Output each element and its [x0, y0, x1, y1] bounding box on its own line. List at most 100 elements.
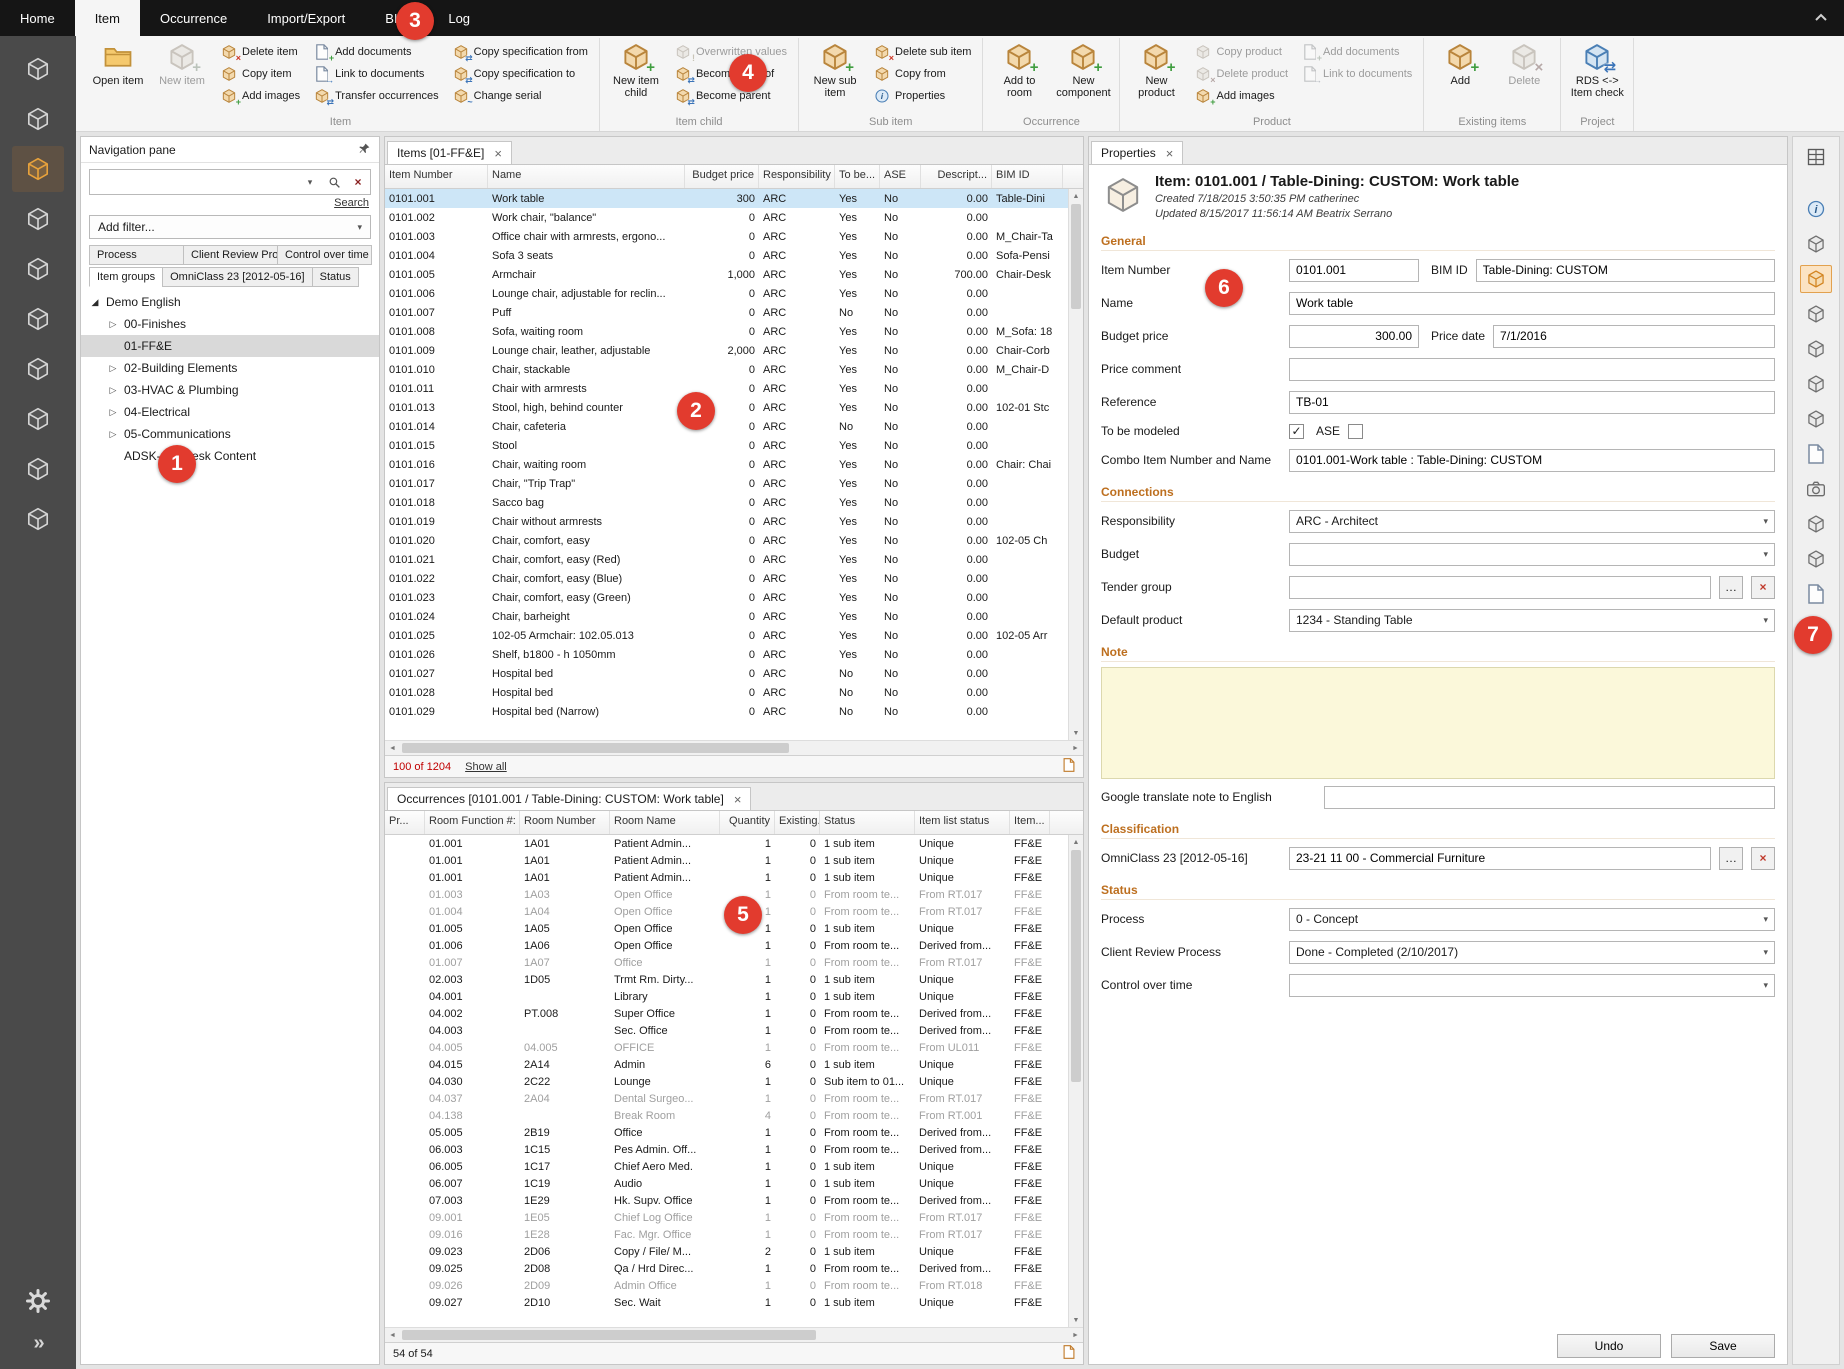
- ribbon-new-item-button[interactable]: +New item: [152, 38, 212, 115]
- horizontal-scrollbar[interactable]: ◄►: [385, 740, 1083, 755]
- right-strip-derived-items[interactable]: [1800, 545, 1832, 573]
- table-row[interactable]: 02.0031D05Trmt Rm. Dirty...101 sub itemU…: [385, 971, 1083, 988]
- table-row[interactable]: 0101.005Armchair1,000ARCYesNo700.00Chair…: [385, 265, 1083, 284]
- column-header-room-number[interactable]: Room Number: [520, 811, 610, 834]
- ribbon-change-serial-button[interactable]: ~Change serial: [448, 85, 593, 107]
- save-button[interactable]: Save: [1671, 1334, 1775, 1358]
- tree-item-00-finishes[interactable]: ▷00-Finishes: [81, 313, 379, 335]
- tab-properties[interactable]: Properties ×: [1091, 141, 1183, 164]
- table-row[interactable]: 07.0031E29Hk. Supv. Office10From room te…: [385, 1192, 1083, 1209]
- table-row[interactable]: 04.0302C22Lounge10Sub item to 01...Uniqu…: [385, 1073, 1083, 1090]
- tree-item-05-communications[interactable]: ▷05-Communications: [81, 423, 379, 445]
- export-report-icon[interactable]: [1063, 1345, 1075, 1362]
- table-row[interactable]: 01.0011A01Patient Admin...101 sub itemUn…: [385, 835, 1083, 852]
- right-strip-item-card[interactable]: [1800, 265, 1832, 293]
- ribbon-open-item-button[interactable]: Open item: [88, 38, 148, 115]
- tree-item-01-ff-e[interactable]: 01-FF&E: [81, 335, 379, 357]
- table-row[interactable]: 0101.025102-05 Armchair: 102.05.0130ARCY…: [385, 626, 1083, 645]
- table-row[interactable]: 0101.004Sofa 3 seats0ARCYesNo0.00Sofa-Pe…: [385, 246, 1083, 265]
- column-header-to-be[interactable]: To be...: [835, 165, 880, 188]
- ribbon-add-images-button[interactable]: +Add images: [216, 85, 305, 107]
- table-row[interactable]: 0101.001Work table300ARCYesNo0.00Table-D…: [385, 189, 1083, 208]
- default-product-select[interactable]: 1234 - Standing Table ▾: [1289, 609, 1775, 632]
- list-tab-omniclass-23-2012-05-16[interactable]: OmniClass 23 [2012-05-16]: [162, 267, 313, 287]
- column-header-existing[interactable]: Existing...: [775, 811, 820, 834]
- table-row[interactable]: 0101.029Hospital bed (Narrow)0ARCNoNo0.0…: [385, 702, 1083, 721]
- table-row[interactable]: 01.0061A06Open Office10From room te...De…: [385, 937, 1083, 954]
- table-row[interactable]: 0101.010Chair, stackable0ARCYesNo0.00M_C…: [385, 360, 1083, 379]
- column-header-quantity[interactable]: Quantity: [720, 811, 775, 834]
- table-row[interactable]: 04.00504.005OFFICE10From room te...From …: [385, 1039, 1083, 1056]
- tab-items[interactable]: Items [01-FF&E] ×: [387, 141, 512, 164]
- table-row[interactable]: 0101.017Chair, "Trip Trap"0ARCYesNo0.00: [385, 474, 1083, 493]
- tree-arrow-icon[interactable]: ▷: [107, 385, 119, 396]
- table-row[interactable]: 04.001Library101 sub itemUniqueFF&E: [385, 988, 1083, 1005]
- process-select[interactable]: 0 - Concept ▾: [1289, 908, 1775, 931]
- right-strip-info[interactable]: i: [1800, 195, 1832, 223]
- google-translate-input[interactable]: [1324, 786, 1775, 809]
- table-row[interactable]: 0101.027Hospital bed0ARCNoNo0.00: [385, 664, 1083, 683]
- tree-item-demo-english[interactable]: ◢Demo English: [81, 291, 379, 313]
- sidebar-item-reports[interactable]: [12, 446, 64, 492]
- export-report-icon[interactable]: [1063, 758, 1075, 775]
- ribbon-add-documents-button[interactable]: +Add documents: [309, 41, 444, 63]
- column-header-room-name[interactable]: Room Name: [610, 811, 720, 834]
- close-icon[interactable]: ×: [494, 147, 502, 160]
- table-row[interactable]: 06.0071C19Audio101 sub itemUniqueFF&E: [385, 1175, 1083, 1192]
- filter-tab-process[interactable]: Process: [89, 245, 184, 265]
- column-header-room-function[interactable]: Room Function #:: [425, 811, 520, 834]
- sidebar-item-documents[interactable]: [12, 396, 64, 442]
- table-row[interactable]: 04.0152A14Admin601 sub itemUniqueFF&E: [385, 1056, 1083, 1073]
- table-row[interactable]: 0101.009Lounge chair, leather, adjustabl…: [385, 341, 1083, 360]
- ribbon-new-item-child-button[interactable]: +New item child: [606, 38, 666, 115]
- close-icon[interactable]: ×: [734, 793, 742, 806]
- table-row[interactable]: 04.0372A04Dental Surgeo...10From room te…: [385, 1090, 1083, 1107]
- list-tab-item-groups[interactable]: Item groups: [89, 267, 163, 287]
- list-tab-status[interactable]: Status: [312, 267, 359, 287]
- ribbon-add-button[interactable]: +Add: [1430, 38, 1490, 115]
- table-row[interactable]: 0101.026Shelf, b1800 - h 1050mm0ARCYesNo…: [385, 645, 1083, 664]
- bim-id-input[interactable]: [1476, 259, 1775, 282]
- sidebar-item-products[interactable]: [12, 196, 64, 242]
- right-strip-camera[interactable]: [1800, 475, 1832, 503]
- table-row[interactable]: 0101.008Sofa, waiting room0ARCYesNo0.00M…: [385, 322, 1083, 341]
- column-header-item-number[interactable]: Item Number: [385, 165, 488, 188]
- ribbon-copy-specification-from-button[interactable]: ⇄Copy specification from: [448, 41, 593, 63]
- sidebar-item-buildings[interactable]: [12, 296, 64, 342]
- note-input[interactable]: [1101, 667, 1775, 779]
- filter-tab-client-review-process[interactable]: Client Review Process: [183, 245, 278, 265]
- right-strip-item-data[interactable]: [1800, 230, 1832, 258]
- tree-arrow-icon[interactable]: ▷: [107, 407, 119, 418]
- browse-button[interactable]: …: [1719, 576, 1743, 599]
- table-row[interactable]: 01.0071A07Office10From room te...From RT…: [385, 954, 1083, 971]
- table-row[interactable]: 0101.018Sacco bag0ARCYesNo0.00: [385, 493, 1083, 512]
- column-header-responsibility[interactable]: Responsibility: [759, 165, 835, 188]
- table-row[interactable]: 0101.023Chair, comfort, easy (Green)0ARC…: [385, 588, 1083, 607]
- browse-button[interactable]: …: [1719, 847, 1743, 870]
- show-all-link[interactable]: Show all: [465, 761, 507, 773]
- settings-gear-icon[interactable]: [26, 1289, 50, 1316]
- control-over-time-select[interactable]: ▾: [1289, 974, 1775, 997]
- right-strip-attachments[interactable]: [1800, 440, 1832, 468]
- ribbon-copy-item-button[interactable]: Copy item: [216, 63, 305, 85]
- vertical-scrollbar[interactable]: ▲▼: [1068, 189, 1083, 740]
- clear-button[interactable]: ×: [1751, 576, 1775, 599]
- tree-item-adsk-autodesk-content[interactable]: ADSK-Autodesk Content: [81, 445, 379, 467]
- right-strip-alternatives[interactable]: [1800, 300, 1832, 328]
- ribbon-new-component-button[interactable]: +New component: [1053, 38, 1113, 115]
- ribbon-copy-product-button[interactable]: Copy product: [1190, 41, 1293, 63]
- tree-item-03-hvac-plumbing[interactable]: ▷03-HVAC & Plumbing: [81, 379, 379, 401]
- table-row[interactable]: 06.0031C15Pes Admin. Off...10From room t…: [385, 1141, 1083, 1158]
- item-number-input[interactable]: [1289, 259, 1419, 282]
- table-row[interactable]: 0101.016Chair, waiting room0ARCYesNo0.00…: [385, 455, 1083, 474]
- ase-checkbox[interactable]: [1348, 424, 1363, 439]
- column-header-descript[interactable]: Descript...: [921, 165, 992, 188]
- close-icon[interactable]: ×: [1166, 147, 1174, 160]
- tree-arrow-icon[interactable]: ▷: [107, 429, 119, 440]
- ribbon-add-images-button[interactable]: +Add images: [1190, 85, 1293, 107]
- tree-arrow-icon[interactable]: ▷: [107, 363, 119, 374]
- column-header-ase[interactable]: ASE: [880, 165, 921, 188]
- table-row[interactable]: 09.0262D09Admin Office10From room te...F…: [385, 1277, 1083, 1294]
- table-row[interactable]: 0101.020Chair, comfort, easy0ARCYesNo0.0…: [385, 531, 1083, 550]
- table-row[interactable]: 09.0272D10Sec. Wait101 sub itemUniqueFF&…: [385, 1294, 1083, 1311]
